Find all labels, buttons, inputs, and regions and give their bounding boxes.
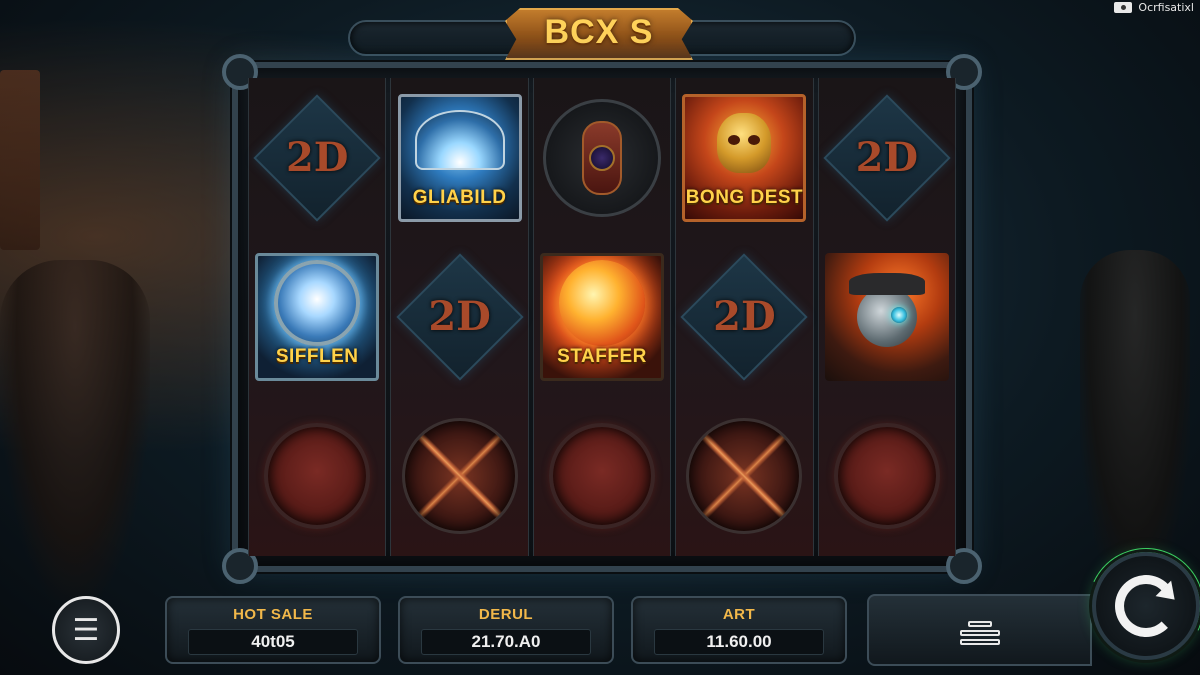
menu-button[interactable]: ☰: [52, 596, 120, 664]
sifflen-card-symbol: SIFFLEN: [255, 252, 380, 381]
derul-value: 21.70.A0: [421, 628, 591, 655]
camera-icon: [1114, 1, 1133, 13]
watermark-text: Ocrfisatixl: [1138, 0, 1194, 14]
symbol-label: 2D: [713, 293, 776, 341]
corner-watermark: Ocrfisatixl: [1114, 0, 1194, 14]
staffer-card-symbol: STAFFER: [540, 252, 665, 381]
spin-button[interactable]: [1092, 552, 1200, 660]
background-lamp: [0, 70, 40, 250]
art-value: 11.60.00: [654, 628, 824, 655]
symbol-label: 2D: [855, 134, 919, 182]
reel-cell: GLIABILD: [391, 78, 527, 237]
diamond-20-symbol: 2D: [683, 256, 805, 378]
diamond-20-symbol: 2D: [256, 97, 378, 219]
reel-cell: [534, 397, 670, 556]
coin-stack-icon: [958, 615, 1002, 645]
spin-icon: [1115, 575, 1177, 637]
reel-cell: [819, 237, 955, 396]
reel-cell: 2D: [391, 237, 527, 396]
derul-label: DERUL: [478, 605, 534, 623]
orb-red-symbol: [264, 423, 371, 530]
compass-symbol: [543, 98, 662, 217]
art-label: ART: [722, 605, 756, 623]
card-label: STAFFER: [557, 345, 647, 367]
fan-shape-icon: [414, 109, 505, 170]
reel-grid: 2D SIFFLEN GLIABILD 2D STAFFER BONG DEST 2D 2D: [248, 78, 957, 556]
bong-card-symbol: BONG DEST: [682, 93, 807, 222]
reel-cell: [391, 397, 527, 556]
bong-skull-icon: [717, 112, 772, 173]
symbol-label: 2D: [428, 293, 491, 341]
diamond-20-symbol: 2D: [826, 97, 948, 219]
reel-1: 2D SIFFLEN: [248, 78, 387, 556]
orb-red-symbol: [549, 423, 656, 530]
reel-cell: 2D: [249, 78, 385, 237]
card-label: SIFFLEN: [275, 345, 359, 367]
reel-5: 2D: [817, 78, 957, 556]
reel-cell: SIFFLEN: [249, 237, 385, 396]
art-panel: ART 11.60.00: [631, 596, 847, 664]
card-label: BONG DEST: [685, 186, 804, 208]
symbol-label: 2D: [285, 134, 349, 182]
reel-cell: [676, 397, 812, 556]
hot-sale-panel: HOT SALE 40t05: [165, 596, 381, 664]
hot-sale-label: HOT SALE: [233, 605, 313, 623]
card-label: GLIABILD: [412, 186, 507, 208]
sun-ball-icon: [559, 259, 646, 346]
reel-3: STAFFER: [532, 78, 672, 556]
reel-cell: [534, 78, 670, 237]
reel-cell: BONG DEST: [676, 78, 812, 237]
reel-cell: STAFFER: [534, 237, 670, 396]
guard-card-symbol: GLIABILD: [397, 93, 522, 222]
owl-orb-icon: [274, 259, 361, 346]
reel-cell: 2D: [819, 78, 955, 237]
menu-icon: ☰: [72, 612, 100, 648]
reel-cell: [819, 397, 955, 556]
game-title: BCX S: [544, 12, 654, 51]
agent-head-icon: [848, 272, 925, 347]
background-figure-right: [1080, 250, 1190, 580]
bet-button[interactable]: [867, 594, 1092, 666]
orb-burst-symbol: [401, 418, 518, 535]
background-figure-left: [0, 260, 150, 600]
reel-cell: 2D: [676, 237, 812, 396]
reel-2: GLIABILD 2D: [390, 78, 529, 556]
hot-sale-value: 40t05: [188, 628, 358, 655]
diamond-20-symbol: 2D: [399, 256, 521, 378]
derul-panel: DERUL 21.70.A0: [398, 596, 614, 664]
agent-card-symbol: [824, 252, 949, 381]
orb-burst-symbol: [686, 418, 803, 535]
reel-cell: [249, 397, 385, 556]
orb-red-symbol: [833, 423, 940, 530]
reel-4: BONG DEST 2D: [675, 78, 814, 556]
